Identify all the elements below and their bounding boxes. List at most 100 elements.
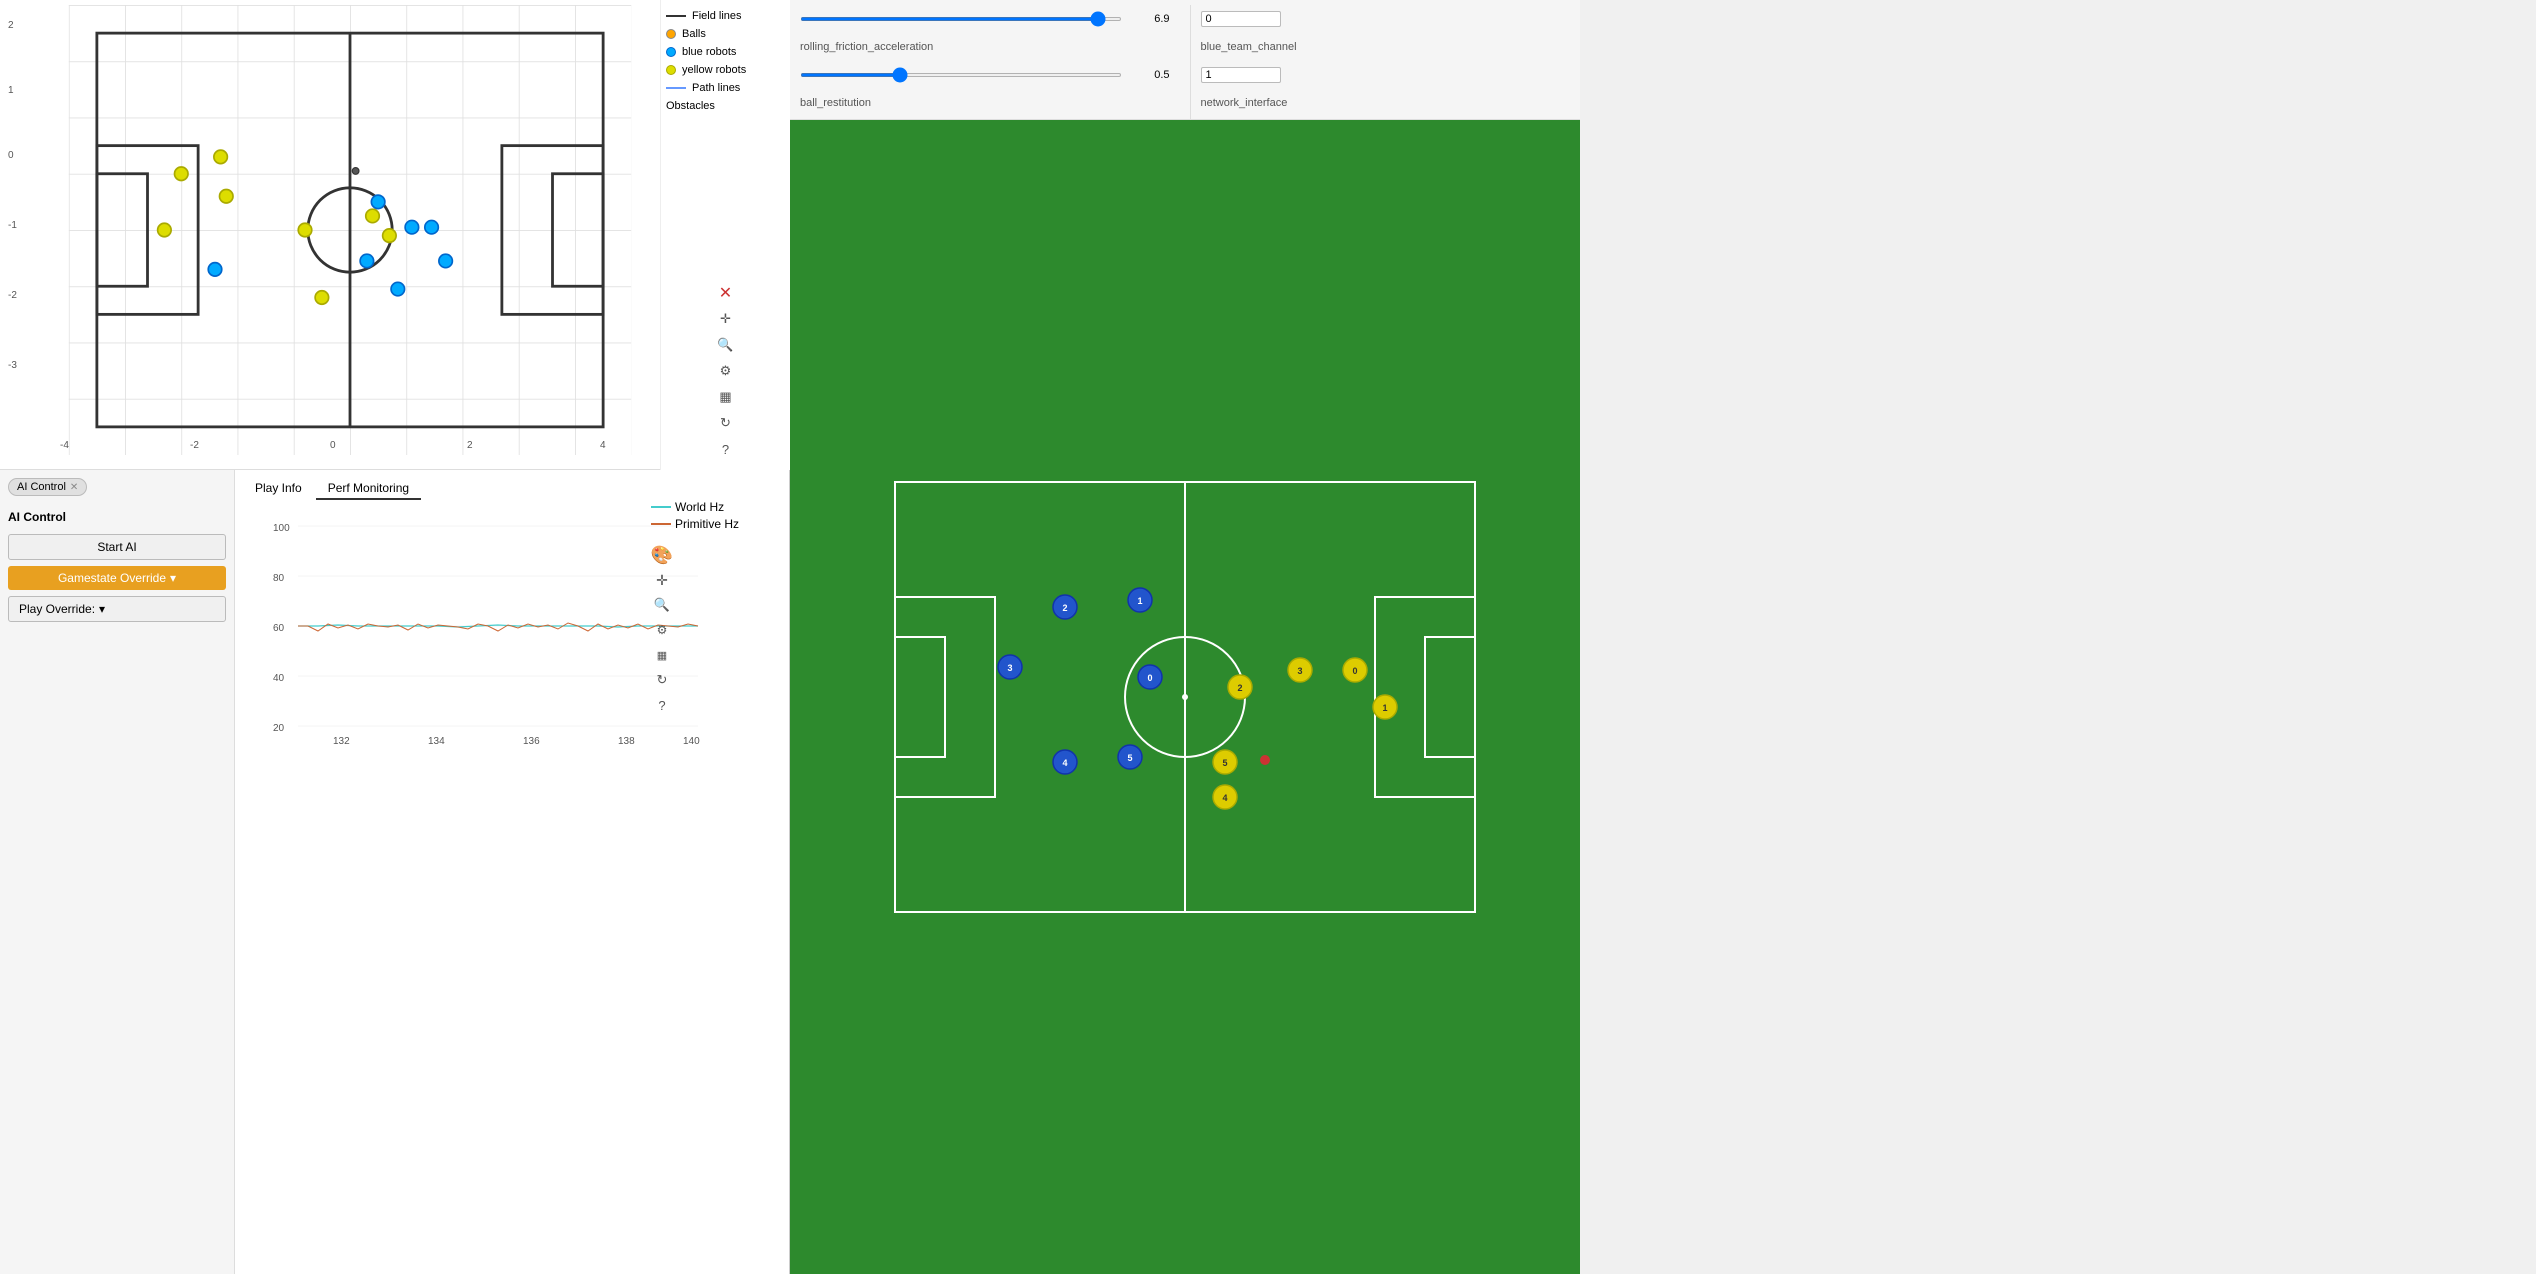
top-slider-container (800, 17, 1122, 21)
svg-text:0: 0 (1147, 673, 1152, 683)
svg-text:140: 140 (683, 736, 700, 747)
chart-refresh-icon[interactable]: ↻ (651, 669, 673, 691)
chart-layout-icon[interactable]: ▦ (651, 644, 673, 666)
legend-path-lines-label: Path lines (692, 82, 740, 94)
left-panel: 2 1 0 -1 -2 -3 -4 -2 0 2 4 Field lines B… (0, 0, 790, 1274)
chart-help-icon[interactable]: ? (651, 694, 673, 716)
close-tab-icon[interactable]: ✕ (70, 482, 78, 493)
top-slider-value: 6.9 (1130, 13, 1170, 25)
network-interface-row: network_interface (1201, 89, 1571, 117)
svg-text:138: 138 (618, 736, 635, 747)
svg-text:40: 40 (273, 673, 285, 684)
field-diagram (30, 5, 670, 455)
svg-text:4: 4 (1062, 758, 1067, 768)
legend-balls-label: Balls (682, 28, 706, 40)
bottom-area: AI Control ✕ AI Control Start AI Gamesta… (0, 470, 789, 1274)
ball-restitution-label: ball_restitution (800, 97, 980, 109)
network-interface-label: network_interface (1201, 97, 1381, 109)
x-axis-0: 0 (330, 440, 336, 451)
svg-text:100: 100 (273, 523, 290, 534)
top-right-row (1201, 5, 1571, 33)
soccer-field: 2 1 3 0 4 5 2 3 0 1 (865, 452, 1505, 942)
rolling-friction-slider-container (800, 73, 1122, 77)
legend-world-hz: World Hz (651, 500, 739, 514)
legend-balls: Balls (666, 28, 785, 40)
chart-color-icon[interactable]: 🎨 (651, 544, 673, 566)
chart-legend: World Hz Primitive Hz 🎨 ✛ 🔍 ⚙ ▦ ↻ ? (651, 500, 739, 716)
blue-team-channel-row: blue_team_channel (1201, 33, 1571, 61)
y-axis-0: 0 (8, 150, 14, 161)
yellow-robots-icon (666, 65, 676, 75)
path-lines-icon (666, 87, 686, 89)
ai-control-title: AI Control (8, 506, 226, 528)
svg-text:136: 136 (523, 736, 540, 747)
chart-area: Play Info Perf Monitoring World Hz Primi… (235, 470, 789, 1274)
svg-text:4: 4 (1222, 793, 1227, 803)
blue-team-channel-label: blue_team_channel (1201, 41, 1381, 53)
legend-field-lines: Field lines (666, 10, 785, 22)
close-icon[interactable]: ✕ (715, 282, 737, 304)
ai-control-tab-label: AI Control (17, 481, 66, 493)
chart-move-icon[interactable]: ✛ (651, 569, 673, 591)
svg-text:0: 0 (1352, 666, 1357, 676)
svg-text:1: 1 (1137, 596, 1142, 606)
refresh-icon[interactable]: ↻ (715, 412, 737, 434)
svg-text:60: 60 (273, 623, 285, 634)
tab-play-info[interactable]: Play Info (243, 478, 314, 500)
tab-perf-monitoring[interactable]: Perf Monitoring (316, 478, 421, 500)
legend-field-lines-label: Field lines (692, 10, 742, 22)
world-hz-label: World Hz (675, 500, 724, 514)
chart-search-icon[interactable]: 🔍 (651, 594, 673, 616)
y-axis-neg3: -3 (8, 360, 17, 371)
top-slider[interactable] (800, 17, 1122, 21)
rolling-friction-label: rolling_friction_acceleration (800, 41, 980, 53)
gamestate-override-button[interactable]: Gamestate Override ▾ (8, 566, 226, 590)
y-axis-neg2: -2 (8, 290, 17, 301)
chart-settings-icon[interactable]: ⚙ (651, 619, 673, 641)
ball-restitution-row: ball_restitution (800, 89, 1170, 117)
svg-text:5: 5 (1127, 753, 1132, 763)
rolling-friction-slider-row: 0.5 (800, 61, 1170, 89)
settings-bar: 6.9 rolling_friction_acceleration 0.5 ba… (790, 0, 1580, 120)
top-value-row: 6.9 (800, 5, 1170, 33)
field-area: 2 1 0 -1 -2 -3 -4 -2 0 2 4 Field lines B… (0, 0, 790, 470)
search-icon[interactable]: 🔍 (715, 334, 737, 356)
x-axis-neg2: -2 (190, 440, 199, 451)
legend-blue-label: blue robots (682, 46, 736, 58)
x-axis-4: 4 (600, 440, 606, 451)
layout-icon[interactable]: ▦ (715, 386, 737, 408)
perf-chart: 100 80 60 40 20 132 134 136 138 140 (273, 516, 713, 756)
chart-toolbar: 🎨 ✛ 🔍 ⚙ ▦ ↻ ? (651, 544, 739, 716)
y-axis-neg1: -1 (8, 220, 17, 231)
play-override-button[interactable]: Play Override: ▾ (8, 596, 226, 622)
legend-blue-robots: blue robots (666, 46, 785, 58)
green-field-container: 2 1 3 0 4 5 2 3 0 1 (790, 120, 1580, 1274)
blue-team-channel-input[interactable] (1201, 67, 1281, 83)
y-axis-1: 1 (8, 85, 14, 96)
help-icon[interactable]: ? (715, 438, 737, 460)
legend-path-lines: Path lines (666, 82, 785, 94)
svg-text:20: 20 (273, 723, 285, 734)
top-right-input[interactable] (1201, 11, 1281, 27)
blue-team-channel-input-row (1201, 61, 1571, 89)
legend-primitive-hz: Primitive Hz (651, 517, 739, 531)
rolling-friction-value: 0.5 (1130, 69, 1170, 81)
legend-obstacles-label: Obstacles (666, 100, 715, 112)
tab-bar: AI Control ✕ (8, 478, 226, 496)
move-icon[interactable]: ✛ (715, 308, 737, 330)
legend-yellow-robots: yellow robots (666, 64, 785, 76)
x-axis-neg4: -4 (60, 440, 69, 451)
ai-control-tab[interactable]: AI Control ✕ (8, 478, 87, 496)
start-ai-button[interactable]: Start AI (8, 534, 226, 560)
field-lines-icon (666, 15, 686, 17)
legend-obstacles: Obstacles (666, 100, 785, 112)
green-field-svg: 2 1 3 0 4 5 2 3 0 1 (865, 452, 1505, 942)
svg-text:3: 3 (1297, 666, 1302, 676)
rolling-friction-slider[interactable] (800, 73, 1122, 77)
balls-icon (666, 29, 676, 39)
chart-tabs: Play Info Perf Monitoring (243, 478, 781, 500)
ai-control-panel: AI Control ✕ AI Control Start AI Gamesta… (0, 470, 235, 1274)
x-axis-2: 2 (467, 440, 473, 451)
settings-icon[interactable]: ⚙ (715, 360, 737, 382)
y-axis-2: 2 (8, 20, 14, 31)
